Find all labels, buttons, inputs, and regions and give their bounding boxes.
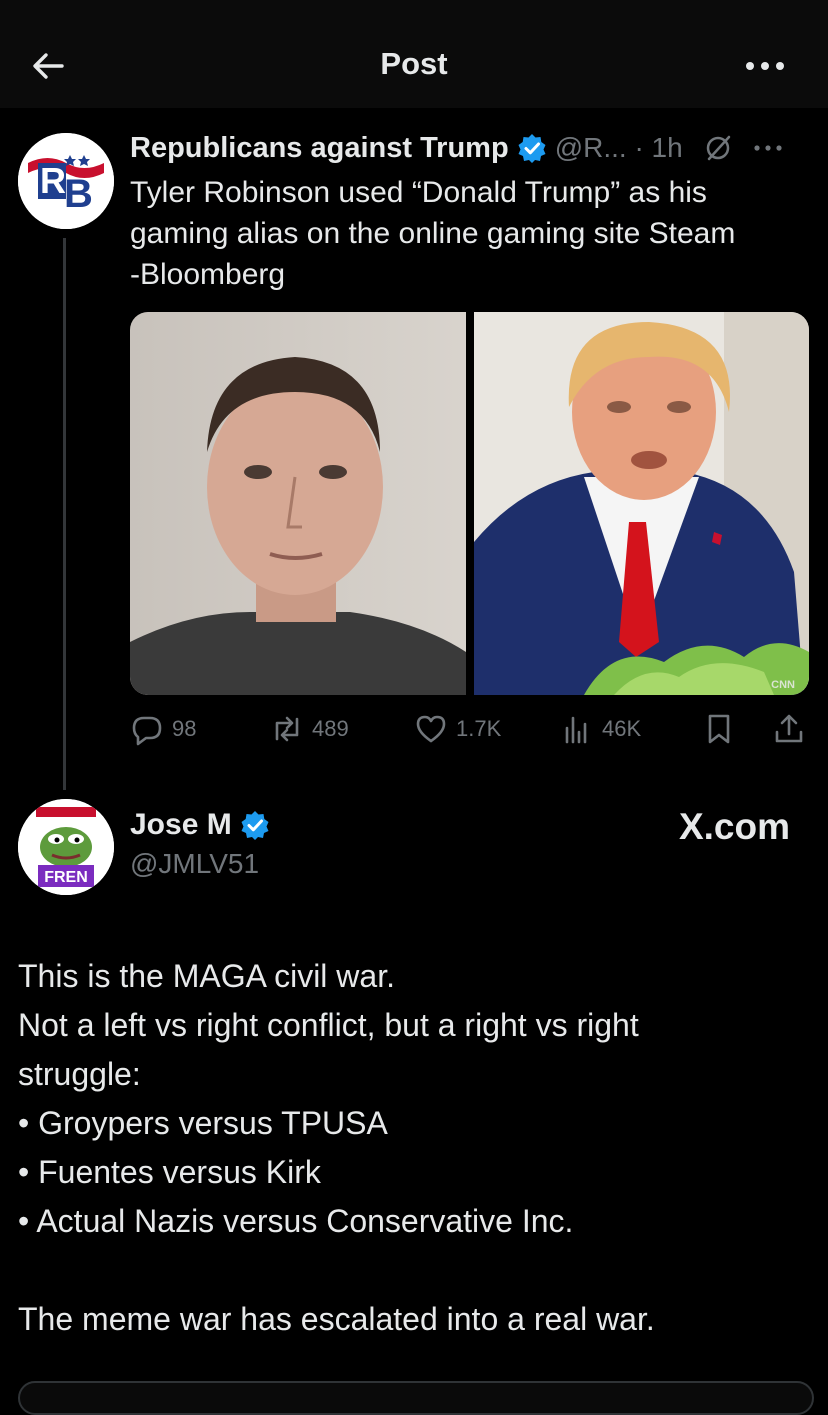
xcom-watermark-text: X.com bbox=[678, 806, 790, 847]
tweet1-handle-time[interactable]: @R... · 1h bbox=[555, 132, 683, 164]
repost-count: 489 bbox=[312, 716, 349, 741]
tweet1-more-icon[interactable] bbox=[753, 143, 783, 153]
media-watermark: CNN bbox=[771, 679, 795, 691]
tweet2-body: This is the MAGA civil war. Not a left v… bbox=[18, 952, 808, 1344]
tweet1-actions: 98 489 1.7K 46K bbox=[0, 712, 828, 752]
tweet2-body-line: • Fuentes versus Kirk bbox=[18, 1154, 321, 1190]
tweet1-text-line: Tyler Robinson used “Donald Trump” as hi… bbox=[130, 176, 707, 209]
tweet1-text: Tyler Robinson used “Donald Trump” as hi… bbox=[130, 172, 810, 295]
tweet2-body-line: • Groypers versus TPUSA bbox=[18, 1105, 388, 1141]
share-icon bbox=[775, 714, 803, 743]
tweet1-text-line: gaming alias on the online gaming site S… bbox=[130, 217, 736, 250]
tweet2-body-line: The meme war has escalated into a real w… bbox=[18, 1301, 655, 1337]
like-count: 1.7K bbox=[456, 716, 502, 741]
verified-badge-icon bbox=[241, 811, 269, 840]
avatar-republicans-against-trump[interactable]: R B bbox=[18, 133, 114, 229]
rb-logo-letter-r: R bbox=[40, 160, 66, 201]
pepe-avatar-icon: FREN bbox=[18, 799, 114, 895]
rb-logo-letter-b: B bbox=[64, 172, 93, 216]
embedded-card-edge[interactable] bbox=[18, 1381, 814, 1415]
bookmark-icon bbox=[708, 714, 730, 744]
xcom-watermark: X.com bbox=[679, 806, 790, 848]
reply-button[interactable]: 98 bbox=[130, 712, 196, 746]
heart-icon bbox=[416, 715, 446, 743]
repost-button[interactable]: 489 bbox=[270, 712, 349, 746]
tweet2-author[interactable]: Jose M bbox=[130, 808, 270, 842]
grok-icon[interactable] bbox=[703, 133, 733, 163]
share-button[interactable] bbox=[772, 712, 806, 746]
tweet2-body-blank-line bbox=[18, 1246, 808, 1295]
tweet2-body-line: struggle: bbox=[18, 1056, 141, 1092]
tweet2-handle[interactable]: @JMLV51 bbox=[130, 848, 259, 880]
reply-count: 98 bbox=[172, 716, 197, 741]
avatar-jose-m[interactable]: FREN bbox=[18, 799, 114, 895]
reply-icon bbox=[132, 716, 162, 746]
mugshot-photo[interactable] bbox=[130, 312, 466, 695]
tweet2-body-line: Not a left vs right conflict, but a righ… bbox=[18, 1007, 639, 1043]
tweet1-header: Republicans against Trump @R... · 1h bbox=[130, 128, 820, 168]
rb-logo-icon: R B bbox=[18, 133, 114, 229]
tweet1-author-name[interactable]: Republicans against Trump bbox=[130, 132, 509, 165]
avatar-caption: FREN bbox=[44, 869, 88, 886]
tweet2-author-name[interactable]: Jose M bbox=[130, 808, 232, 842]
tweet2-body-line: • Actual Nazis versus Conservative Inc. bbox=[18, 1203, 574, 1239]
verified-badge-icon bbox=[518, 134, 546, 163]
bookmark-button[interactable] bbox=[702, 712, 736, 746]
tweet2-body-line: This is the MAGA civil war. bbox=[18, 958, 395, 994]
views-count: 46K bbox=[602, 716, 642, 741]
like-button[interactable]: 1.7K bbox=[414, 712, 501, 746]
trump-photo[interactable] bbox=[474, 312, 809, 695]
more-options-icon[interactable] bbox=[744, 56, 786, 76]
repost-icon bbox=[275, 716, 299, 742]
page-title: Post bbox=[380, 46, 448, 81]
tweet1-media[interactable]: CNN bbox=[130, 312, 809, 695]
views-chart-icon bbox=[565, 716, 587, 744]
thread-connector-line bbox=[63, 238, 66, 790]
tweet1-text-line: -Bloomberg bbox=[130, 258, 286, 291]
top-bar: Post bbox=[0, 0, 828, 108]
views-button[interactable]: 46K bbox=[560, 712, 641, 746]
